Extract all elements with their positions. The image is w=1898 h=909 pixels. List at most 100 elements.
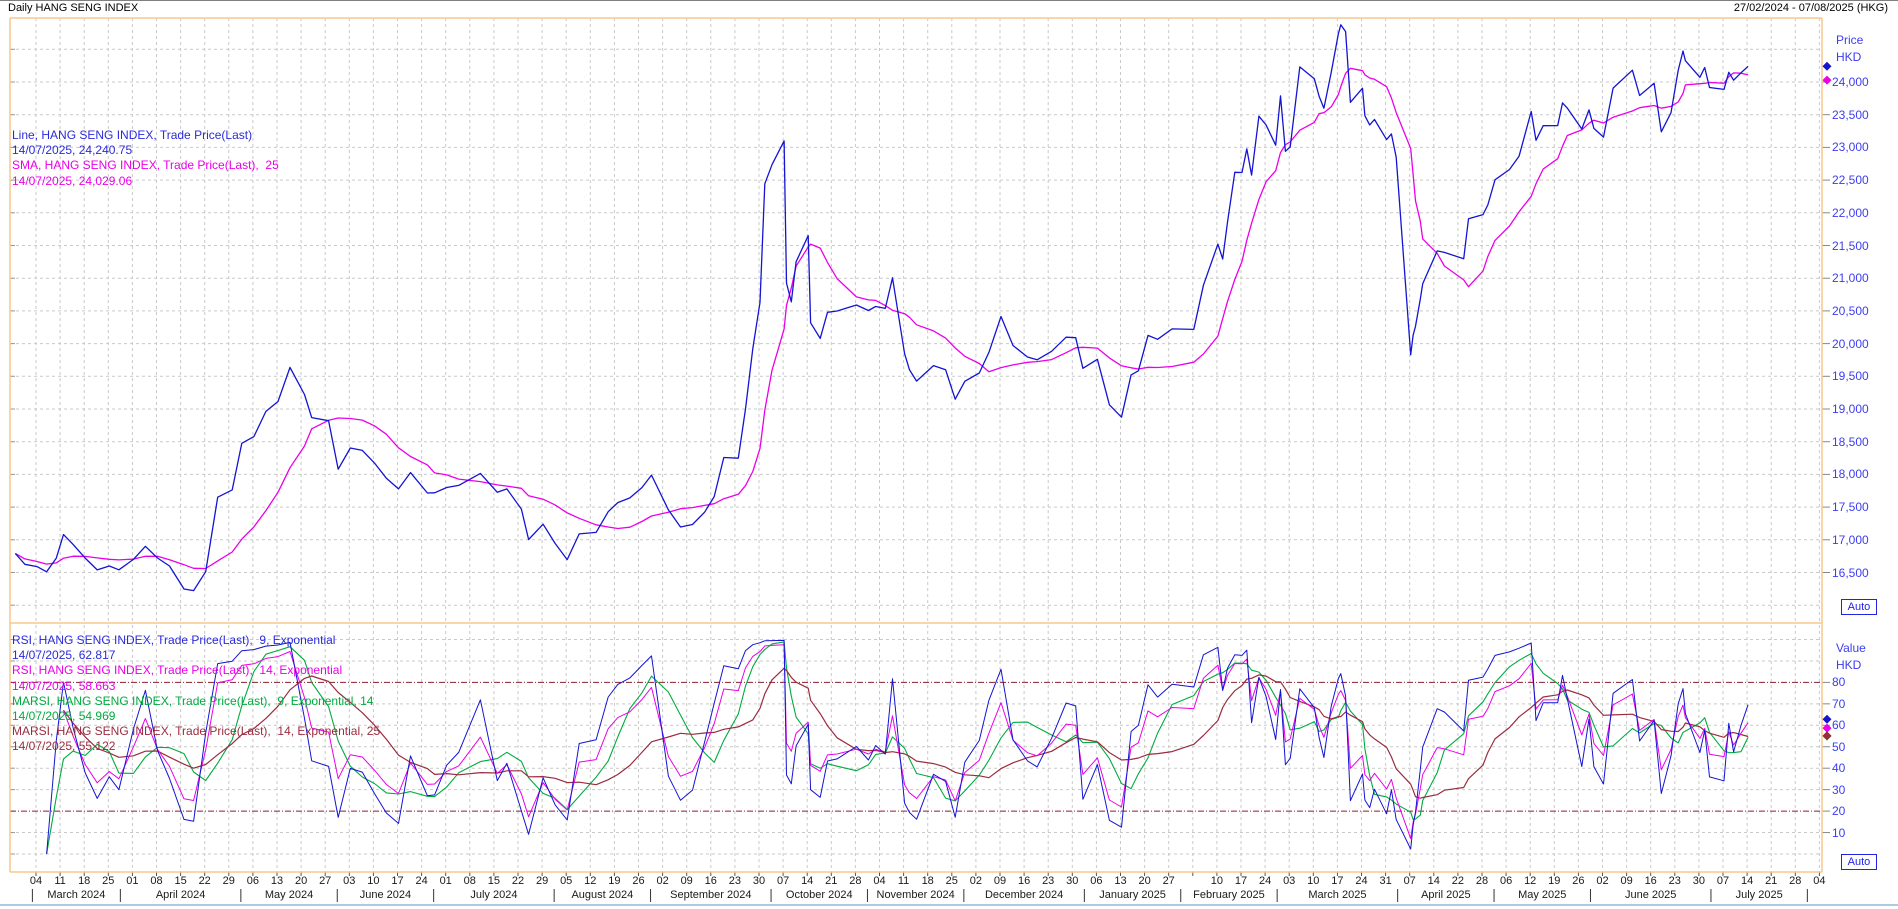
- price-tick-label: 19,000: [1832, 402, 1869, 416]
- day-tick-label: 24: [1349, 875, 1375, 887]
- price-tick-label: 17,500: [1832, 500, 1869, 514]
- day-tick-label: 07: [1397, 875, 1423, 887]
- day-tick-label: 03: [1276, 875, 1302, 887]
- rsi-legend-line-5: 14/07/2025, 54.969: [12, 709, 380, 724]
- day-tick-label: 26: [1565, 875, 1591, 887]
- price-legend-line-0: Line, HANG SENG INDEX, Trade Price(Last): [12, 128, 279, 143]
- price-tick-label: 18,500: [1832, 435, 1869, 449]
- day-tick-label: 15: [168, 875, 194, 887]
- page-title: Daily HANG SENG INDEX: [8, 2, 138, 14]
- chart-window: Daily HANG SENG INDEX 27/02/2024 - 07/08…: [0, 0, 1898, 909]
- value-tick-label: 10: [1832, 826, 1845, 840]
- price-tick-label: 21,000: [1832, 271, 1869, 285]
- day-tick-label: 29: [216, 875, 242, 887]
- price-legend: Line, HANG SENG INDEX, Trade Price(Last)…: [12, 128, 279, 189]
- value-axis-auto-button[interactable]: Auto: [1841, 854, 1877, 870]
- day-tick-label: 14: [794, 875, 820, 887]
- day-tick-label: 12: [577, 875, 603, 887]
- day-tick-label: 26: [626, 875, 652, 887]
- day-tick-label: 01: [119, 875, 145, 887]
- day-tick-label: 06: [1083, 875, 1109, 887]
- day-tick-label: 25: [95, 875, 121, 887]
- day-tick-label: 05: [553, 875, 579, 887]
- day-tick-label: 20: [288, 875, 314, 887]
- day-tick-label: 09: [1614, 875, 1640, 887]
- month-label: July 2025: [1689, 889, 1829, 901]
- value-tick-label: 60: [1832, 718, 1845, 732]
- day-tick-label: 23: [1035, 875, 1061, 887]
- day-tick-label: 04: [23, 875, 49, 887]
- day-tick-label: 19: [1541, 875, 1567, 887]
- price-legend-line-1: 14/07/2025, 24,240.75: [12, 143, 279, 158]
- day-tick-label: 13: [1108, 875, 1134, 887]
- day-tick-label: 07: [770, 875, 796, 887]
- day-tick-label: 16: [698, 875, 724, 887]
- day-tick-label: 01: [433, 875, 459, 887]
- day-tick-label: 17: [1228, 875, 1254, 887]
- day-tick-label: 06: [240, 875, 266, 887]
- price-tick-label: 19,500: [1832, 369, 1869, 383]
- day-tick-label: 31: [1373, 875, 1399, 887]
- day-tick-label: 22: [1445, 875, 1471, 887]
- day-tick-label: 08: [457, 875, 483, 887]
- day-tick-label: 28: [842, 875, 868, 887]
- day-tick-label: 10: [360, 875, 386, 887]
- price-axis-unit: HKD: [1836, 50, 1861, 64]
- day-tick-label: 07: [1710, 875, 1736, 887]
- day-tick-label: 11: [47, 875, 73, 887]
- price-legend-line-2: SMA, HANG SENG INDEX, Trade Price(Last),…: [12, 158, 279, 173]
- day-tick-label: 20: [1132, 875, 1158, 887]
- day-tick-label: 06: [1493, 875, 1519, 887]
- day-tick-label: 29: [529, 875, 555, 887]
- price-tick-label: 24,000: [1832, 75, 1869, 89]
- day-tick-label: 14: [1421, 875, 1447, 887]
- price-chart-pane[interactable]: [10, 18, 1822, 622]
- day-tick-label: 16: [1011, 875, 1037, 887]
- day-tick-label: 21: [818, 875, 844, 887]
- day-tick-label: 22: [192, 875, 218, 887]
- day-tick-label: 24: [1252, 875, 1278, 887]
- price-tick-label: 20,500: [1832, 304, 1869, 318]
- day-tick-label: 18: [915, 875, 941, 887]
- day-tick-label: 14: [1734, 875, 1760, 887]
- day-tick-label: 02: [650, 875, 676, 887]
- value-tick-label: 30: [1832, 783, 1845, 797]
- day-tick-label: 16: [1638, 875, 1664, 887]
- value-tick-label: 40: [1832, 761, 1845, 775]
- price-tick-label: 16,500: [1832, 566, 1869, 580]
- value-tick-label: 50: [1832, 740, 1845, 754]
- price-tick-label: 21,500: [1832, 239, 1869, 253]
- day-tick-label: 24: [409, 875, 435, 887]
- rsi-legend-line-2: RSI, HANG SENG INDEX, Trade Price(Last),…: [12, 663, 380, 678]
- price-tick-label: 20,000: [1832, 337, 1869, 351]
- day-tick-label: 02: [1590, 875, 1616, 887]
- day-tick-label: 25: [939, 875, 965, 887]
- price-tick-label: 17,000: [1832, 533, 1869, 547]
- day-tick-label: 10: [1204, 875, 1230, 887]
- day-tick-label: 13: [264, 875, 290, 887]
- value-axis-title: Value: [1836, 641, 1866, 655]
- rsi-legend-line-3: 14/07/2025, 58.663: [12, 679, 380, 694]
- price-axis-title: Price: [1836, 33, 1863, 47]
- day-tick-label: 27: [1156, 875, 1182, 887]
- value-axis-unit: HKD: [1836, 658, 1861, 672]
- day-tick-label: 17: [1324, 875, 1350, 887]
- price-tick-label: 18,000: [1832, 467, 1869, 481]
- day-tick-label: 15: [481, 875, 507, 887]
- day-tick-label: 12: [1517, 875, 1543, 887]
- day-tick-label: 23: [1662, 875, 1688, 887]
- rsi-legend-line-4: MARSI, HANG SENG INDEX, Trade Price(Last…: [12, 694, 380, 709]
- day-tick-label: 28: [1469, 875, 1495, 887]
- rsi-legend-line-1: 14/07/2025, 62.817: [12, 648, 380, 663]
- day-tick-label: 17: [385, 875, 411, 887]
- price-tick-label: 22,500: [1832, 173, 1869, 187]
- day-tick-label: 04: [867, 875, 893, 887]
- day-tick-label: 21: [1758, 875, 1784, 887]
- day-tick-label: 19: [601, 875, 627, 887]
- day-tick-label: 11: [891, 875, 917, 887]
- day-tick-label: 28: [1782, 875, 1808, 887]
- price-tick-label: 23,000: [1832, 140, 1869, 154]
- price-axis-auto-button[interactable]: Auto: [1841, 599, 1877, 615]
- rsi-legend-line-7: 14/07/2025, 55.122: [12, 739, 380, 754]
- day-tick-label: 08: [144, 875, 170, 887]
